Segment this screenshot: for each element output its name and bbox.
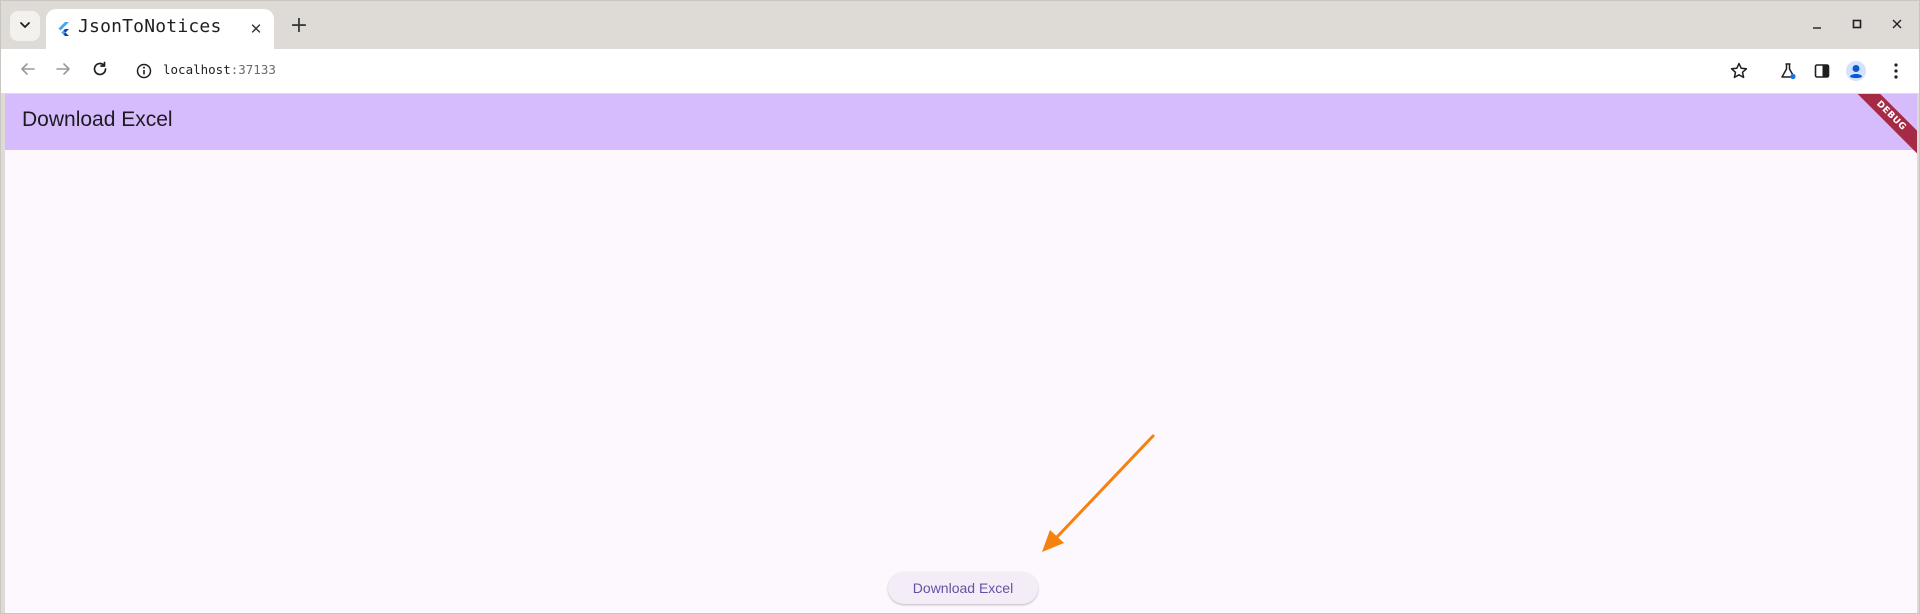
tab-search-button[interactable] — [10, 11, 40, 41]
kebab-menu-icon[interactable] — [1885, 60, 1907, 82]
download-excel-button[interactable]: Download Excel — [888, 572, 1038, 604]
maximize-icon — [1851, 15, 1863, 34]
address-url: localhost:37133 — [163, 62, 276, 77]
active-tab[interactable]: JsonToNotices ✕ — [46, 9, 274, 49]
back-arrow-icon — [19, 60, 37, 82]
close-icon: ✕ — [249, 20, 263, 38]
tab-strip: JsonToNotices ✕ + — [1, 1, 1919, 49]
browser-window: JsonToNotices ✕ + localhost:37133 Downlo… — [0, 0, 1920, 614]
plus-icon: + — [289, 12, 309, 38]
reload-icon — [91, 60, 109, 82]
close-icon — [1891, 15, 1903, 34]
close-window-button[interactable] — [1884, 13, 1910, 35]
minimize-icon — [1811, 15, 1823, 34]
tab-title: JsonToNotices — [78, 16, 222, 37]
address-host: localhost — [163, 62, 231, 77]
minimize-button[interactable] — [1804, 13, 1830, 35]
flask-icon[interactable] — [1777, 60, 1799, 82]
address-bar[interactable]: localhost:37133 — [125, 54, 1761, 88]
chevron-down-icon — [18, 17, 32, 36]
forward-button[interactable] — [48, 56, 78, 86]
maximize-button[interactable] — [1844, 13, 1870, 35]
flutter-icon — [56, 21, 72, 37]
browser-toolbar: localhost:37133 — [1, 49, 1919, 93]
reload-button[interactable] — [85, 56, 115, 86]
app-bar: Download Excel — [5, 94, 1917, 150]
back-button[interactable] — [13, 56, 43, 86]
tab-close-button[interactable]: ✕ — [246, 19, 266, 39]
profile-icon[interactable] — [1845, 60, 1867, 82]
page-content: Download Excel DEBUG Download Excel — [5, 94, 1917, 613]
address-port: :37133 — [230, 62, 276, 77]
page-title: Download Excel — [22, 108, 173, 131]
forward-arrow-icon — [54, 60, 72, 82]
new-tab-button[interactable]: + — [285, 11, 313, 39]
side-panel-icon[interactable] — [1811, 60, 1833, 82]
info-icon[interactable] — [135, 62, 153, 80]
star-icon[interactable] — [1729, 61, 1749, 81]
